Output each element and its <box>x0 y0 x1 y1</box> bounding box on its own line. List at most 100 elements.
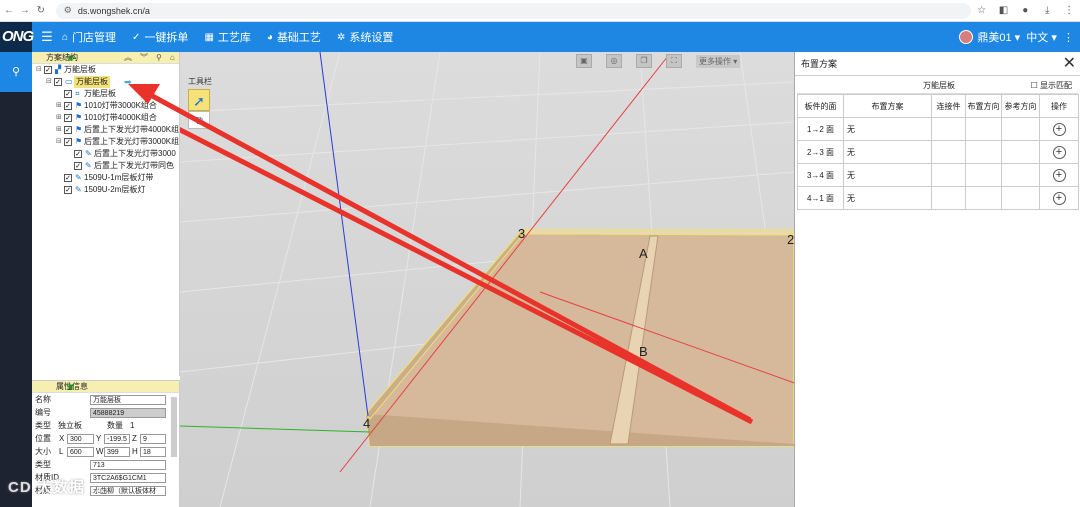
tree-node[interactable]: ⊟ ✓ ⚑ 后置上下发光灯带3000K组 <box>32 136 179 148</box>
tree-node-checkbox[interactable]: ✓ <box>64 186 72 194</box>
h-field[interactable]: 18 <box>140 447 166 457</box>
menu-store[interactable]: ⌂ 门店管理 <box>62 29 116 45</box>
ref-direction-cell[interactable] <box>1001 163 1040 187</box>
property-scrollbar[interactable] <box>171 397 177 457</box>
expand-toggle-icon[interactable]: ⊟ <box>46 76 54 88</box>
avatar[interactable] <box>959 30 974 44</box>
menu-basic-craft[interactable]: ◕ 基础工艺 <box>267 29 321 45</box>
layout-table: 板件的面 布置方案 连接件 布置方向 参考方向 操作 1→2 面无 + 2→3 面… <box>797 94 1079 210</box>
view-layers-icon[interactable]: ❐ <box>636 54 652 68</box>
forward-icon[interactable]: → <box>18 5 32 16</box>
ref-direction-cell[interactable] <box>1001 186 1040 210</box>
face-cell: 2→3 面 <box>797 140 844 164</box>
menu-craft-lib[interactable]: ▦ 工艺库 <box>204 29 250 45</box>
connector-cell[interactable] <box>931 117 966 141</box>
expand-toggle-icon[interactable]: ⊞ <box>56 124 64 136</box>
tree-node-checkbox[interactable]: ✓ <box>64 126 72 134</box>
tree-node[interactable]: ✓ ✎ 1509U-2m层板灯 <box>32 184 179 196</box>
select-arrow-icon[interactable]: ➚ <box>188 89 210 111</box>
scheme-cell[interactable]: 无 <box>843 186 932 210</box>
z-field[interactable]: 9 <box>140 434 166 444</box>
panel-icon: ▣ <box>67 382 75 391</box>
tree-node-checkbox[interactable]: ✓ <box>44 66 52 74</box>
frame-tool-icon[interactable]: ⧉ <box>188 111 210 129</box>
direction-cell[interactable] <box>965 186 1002 210</box>
y-field[interactable]: -199.5 <box>104 434 130 444</box>
connector-cell[interactable] <box>931 186 966 210</box>
type-label: 类型 <box>35 421 51 430</box>
profile-icon[interactable]: ● <box>1014 5 1036 16</box>
connector-cell[interactable] <box>931 163 966 187</box>
connector-cell[interactable] <box>931 140 966 164</box>
ref-direction-cell[interactable] <box>1001 140 1040 164</box>
address-bar[interactable]: ⚙ ds.wongshek.cn/a <box>55 2 971 19</box>
add-icon[interactable]: + <box>1052 191 1066 205</box>
extensions-icon[interactable]: ◧ <box>993 5 1015 16</box>
home-icon[interactable]: ⌂ <box>170 53 175 62</box>
direction-cell[interactable] <box>965 140 1002 164</box>
browser-menu-icon[interactable]: ⋮ <box>1058 5 1080 16</box>
tree-node[interactable]: ⊞ ✓ ⚑ 后置上下发光灯带4000K组 <box>32 124 179 136</box>
tree-node[interactable]: ⊟ ✓ ▞ 万能层板 <box>32 64 179 76</box>
menu-split[interactable]: ✓ 一键拆单 <box>132 29 188 45</box>
add-icon[interactable]: + <box>1052 145 1066 159</box>
scheme-cell[interactable]: 无 <box>843 163 932 187</box>
view-box-icon[interactable]: ▣ <box>576 54 592 68</box>
close-icon[interactable]: ✕ <box>1063 55 1076 72</box>
tree-node-checkbox[interactable]: ✓ <box>64 90 72 98</box>
user-menu[interactable]: 鼎美01 <box>977 29 1011 45</box>
direction-cell[interactable] <box>965 117 1002 141</box>
tree-node-checkbox[interactable]: ✓ <box>54 78 62 86</box>
tree-node[interactable]: ⊞ ✓ ⚑ 1010灯带3000K组合 <box>32 100 179 112</box>
tree-node-checkbox[interactable]: ✓ <box>74 150 82 158</box>
view-target-icon[interactable]: ◎ <box>606 54 622 68</box>
language-select[interactable]: 中文 <box>1026 29 1048 45</box>
tree-node-checkbox[interactable]: ✓ <box>64 138 72 146</box>
name-field[interactable]: 万能层板 <box>90 395 166 405</box>
reload-icon[interactable]: ↻ <box>34 5 48 16</box>
back-icon[interactable]: ← <box>2 5 16 16</box>
search-icon[interactable]: ⚲ <box>156 53 162 62</box>
kind-field[interactable]: 713 <box>90 460 166 470</box>
expand-toggle-icon[interactable]: ⊞ <box>56 100 64 112</box>
collapse-up-icon[interactable]: ︽ <box>124 52 132 63</box>
hamburger-icon[interactable]: ☰ <box>32 29 62 45</box>
viewport-3d[interactable]: ▣ ◎ ❐ ⛶ 更多操作 ▾ 工具栏 ➚ ⧉ 3 2 4 A B <box>180 52 794 507</box>
tree-node[interactable]: ⊞ ✓ ⚑ 1010灯带4000K组合 <box>32 112 179 124</box>
l-field[interactable]: 600 <box>67 447 94 457</box>
tree-node-checkbox[interactable]: ✓ <box>64 114 72 122</box>
tree-node[interactable]: ✓ ✎ 后置上下发光灯带3000 <box>32 148 179 160</box>
expand-toggle-icon[interactable]: ⊞ <box>56 112 64 124</box>
expand-toggle-icon[interactable]: ⊟ <box>56 136 64 148</box>
rail-design-icon[interactable]: ⚲ <box>0 52 32 92</box>
logo: ONG <box>0 22 34 52</box>
tree-node-checkbox[interactable]: ✓ <box>74 162 82 170</box>
direction-cell[interactable] <box>965 163 1002 187</box>
tree-node-checkbox[interactable]: ✓ <box>64 102 72 110</box>
x-field[interactable]: 300 <box>67 434 94 444</box>
star-icon[interactable]: ☆ <box>971 5 993 16</box>
tree-node[interactable]: ✓ ✎ 1509U-1m层板灯带 <box>32 172 179 184</box>
add-icon[interactable]: + <box>1052 122 1066 136</box>
scheme-cell[interactable]: 无 <box>843 140 932 164</box>
more-icon[interactable]: ⋮ <box>1063 31 1074 44</box>
ref-direction-cell[interactable] <box>1001 117 1040 141</box>
tree-node[interactable]: ⊟ ✓ ▭ 万能层板 ➡ <box>32 76 179 88</box>
tree-node[interactable]: ✓ ⌗ 万能层板 <box>32 88 179 100</box>
expand-toggle-icon[interactable]: ⊟ <box>36 64 44 76</box>
download-icon[interactable]: ⤓ <box>1036 5 1058 16</box>
light-icon: ✎ <box>85 149 92 158</box>
w-field[interactable]: 399 <box>104 447 130 457</box>
menu-settings[interactable]: ✲ 系统设置 <box>337 29 393 45</box>
expand-down-icon[interactable]: ︾ <box>140 52 148 63</box>
tree-node-label: 后置上下发光灯带3000K组 <box>84 137 179 146</box>
tune-icon[interactable]: ⚙ <box>64 5 72 16</box>
scheme-cell[interactable]: 无 <box>843 117 932 141</box>
tree-node-checkbox[interactable]: ✓ <box>64 174 72 182</box>
fullscreen-icon[interactable]: ⛶ <box>666 54 682 68</box>
tree-node[interactable]: ✓ ✎ 后置上下发光灯带同色 <box>32 160 179 172</box>
add-icon[interactable]: + <box>1052 168 1066 182</box>
size-label: 大小 <box>35 447 51 456</box>
more-actions[interactable]: 更多操作 ▾ <box>696 54 741 68</box>
show-match-checkbox[interactable]: ☐ 显示匹配 <box>1031 78 1072 94</box>
